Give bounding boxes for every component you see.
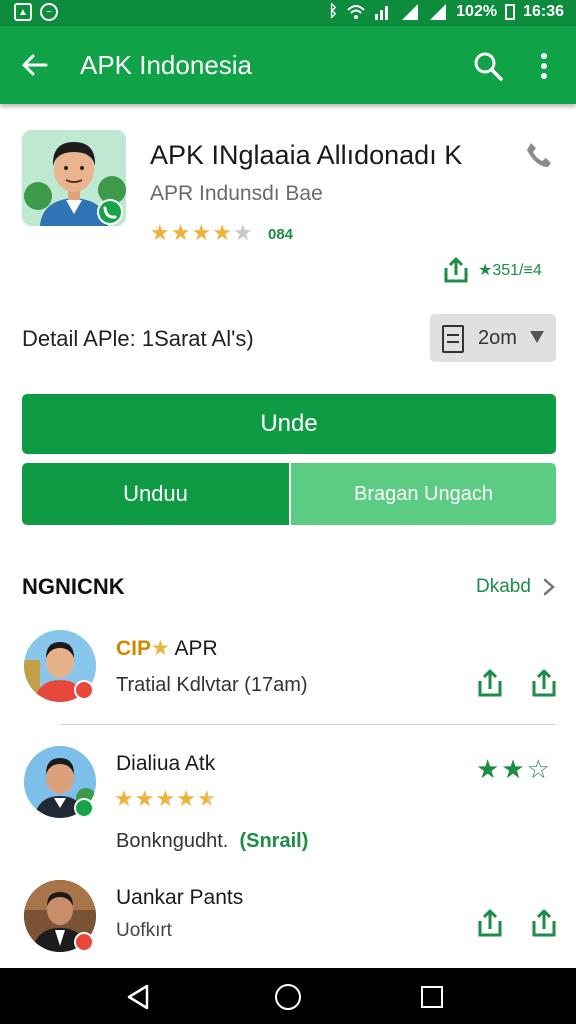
star-icon: ★ — [170, 220, 192, 245]
status-badge — [74, 932, 94, 952]
star-icon: ★ — [212, 220, 233, 245]
arrow-left-icon[interactable] — [20, 50, 50, 80]
app-icon-illustration — [22, 130, 126, 226]
divider — [60, 724, 556, 725]
navigation-bar — [0, 968, 576, 1024]
messenger-notification-icon: ~ — [40, 3, 58, 21]
list-item[interactable]: Uankar Pants Uofkırt — [0, 880, 576, 960]
bluetooth-icon: ᛒ — [328, 3, 339, 20]
size-dropdown-value: 2om — [478, 327, 517, 349]
item-rating-stars: ★★★★★ — [114, 786, 218, 812]
clock: 16:36 — [523, 3, 564, 20]
star-icon: ★ — [150, 220, 171, 245]
item-title: CIP★ APR — [116, 636, 218, 661]
signal-strength-icon-2 — [430, 4, 447, 20]
detail-label: Detail APle: 1Sarat Al's) — [22, 326, 254, 351]
wifi-icon — [347, 5, 365, 19]
share-count: ★351/≡4 — [478, 262, 542, 279]
star-half-icon: ★ — [196, 786, 218, 811]
status-badge — [74, 798, 94, 818]
star-icon: ★ — [151, 637, 175, 660]
signal-strength-icon — [402, 4, 419, 20]
download-icon[interactable] — [476, 908, 504, 938]
item-title: Uankar Pants — [116, 886, 244, 909]
section-title: NGNICNK — [22, 574, 125, 599]
app-developer: APR Indunsdı Bae — [150, 182, 323, 205]
status-bar: ▲ ~ ᛒ 102% 16:36 — [0, 0, 576, 26]
app-name: APK INglaaia Allıdonadı K — [150, 140, 463, 170]
phone-icon[interactable] — [524, 140, 554, 170]
section-more-link[interactable]: Dkabd — [476, 576, 531, 598]
item-subtitle-text: Bonkngudht. — [116, 830, 229, 852]
battery-percent: 102% — [456, 3, 498, 20]
download-icon[interactable] — [476, 668, 504, 698]
download-button[interactable]: Unduu — [22, 463, 289, 525]
nav-home-icon[interactable] — [275, 984, 301, 1010]
more-vert-icon[interactable] — [532, 50, 556, 82]
app-icon[interactable] — [22, 130, 126, 226]
star-icon: ★ — [155, 786, 177, 811]
share-button[interactable]: Bragan Ungach — [291, 463, 556, 525]
app-bar-title: APK Indonesia — [80, 50, 253, 80]
star-icon: ★ — [501, 754, 527, 784]
status-badge — [74, 680, 94, 700]
item-subtitle: Tratial Kdlvtar (17am) — [116, 674, 308, 696]
nav-recent-apps-icon[interactable] — [421, 986, 443, 1008]
app-bar: APK Indonesia — [0, 26, 576, 104]
item-tag: CIP — [116, 637, 152, 660]
star-outline-icon: ☆ — [526, 754, 552, 784]
search-icon[interactable] — [472, 50, 504, 82]
chevron-right-icon[interactable] — [542, 577, 556, 597]
signal-icon — [375, 6, 389, 20]
size-dropdown[interactable]: 2om — [430, 314, 556, 362]
gallery-notification-icon: ▲ — [14, 3, 32, 21]
item-subtitle-tag: (Snrail) — [239, 830, 309, 852]
list-item[interactable]: CIP★ APR Tratial Kdlvtar (17am) — [0, 630, 576, 710]
app-rating-value: 084 — [268, 226, 294, 243]
star-empty-icon: ★ — [232, 220, 254, 245]
item-subtitle: Bonkngudht. (Snrail) — [116, 830, 308, 853]
list-item[interactable]: Dialiua Atk ★★★★★ Bonkngudht. (Snrail) ★… — [0, 744, 576, 864]
install-button[interactable]: Unde — [22, 394, 556, 454]
share-icon[interactable] — [530, 668, 558, 698]
star-icon: ★ — [191, 220, 213, 245]
item-subtitle: Uofkırt — [116, 920, 172, 941]
nav-back-icon[interactable] — [126, 984, 150, 1010]
item-title: Dialiua Atk — [116, 752, 216, 775]
app-rating-stars: ★★★★★ — [150, 220, 254, 246]
share-icon[interactable] — [530, 908, 558, 938]
share-icon[interactable] — [442, 256, 470, 284]
item-right-stars: ★★☆ — [476, 754, 552, 785]
battery-icon — [505, 4, 516, 20]
document-icon — [442, 325, 464, 353]
star-icon: ★ — [176, 786, 197, 811]
dropdown-caret-icon — [530, 331, 544, 343]
star-icon: ★ — [134, 786, 156, 811]
star-icon: ★ — [114, 786, 135, 811]
item-title-text: APR — [174, 637, 218, 660]
star-icon: ★ — [476, 754, 502, 784]
